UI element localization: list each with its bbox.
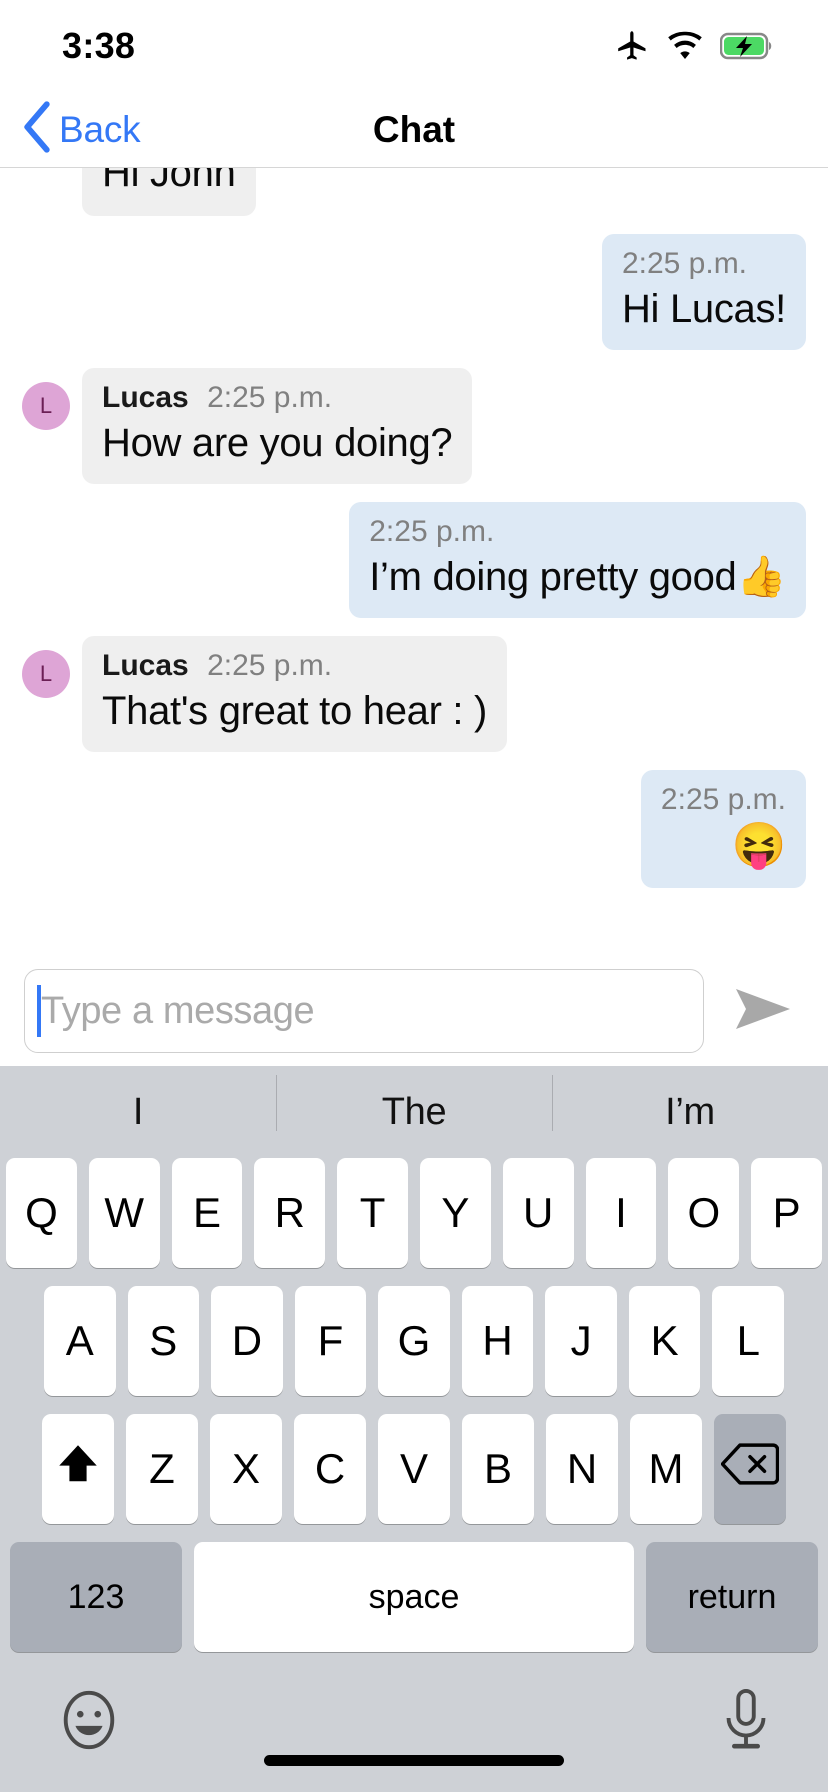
key-p[interactable]: P	[751, 1158, 822, 1268]
message-meta: 2:25 p.m.	[661, 782, 786, 818]
back-button-label: Back	[59, 108, 141, 150]
prediction-option[interactable]: I’m	[552, 1074, 828, 1134]
back-button[interactable]: Back	[0, 101, 141, 158]
keyboard-row-4: 123 space return	[0, 1542, 828, 1652]
backspace-delete-icon	[720, 1442, 780, 1496]
key-n[interactable]: N	[546, 1414, 618, 1524]
message-time: 2:25 p.m.	[207, 381, 333, 414]
message-time: 2:25 p.m.	[369, 515, 495, 548]
key-t[interactable]: T	[337, 1158, 408, 1268]
message-bubble[interactable]: 2:25 p.m. I’m doing pretty good👍	[349, 502, 806, 618]
message-row[interactable]: L Lucas 2:25 p.m. That's great to hear :…	[22, 636, 806, 752]
send-button[interactable]	[722, 985, 804, 1038]
message-list[interactable]: Hi John 2:25 p.m. Hi Lucas! L Lucas 2:25…	[0, 168, 828, 956]
shift-up-arrow-icon	[53, 1439, 103, 1499]
avatar[interactable]: L	[22, 650, 70, 698]
message-time: 2:25 p.m.	[621, 247, 748, 280]
avatar[interactable]: L	[22, 382, 70, 430]
message-row[interactable]: Hi John	[22, 168, 806, 216]
emoji-key[interactable]	[56, 1687, 122, 1758]
airplane-mode-icon	[614, 28, 650, 64]
message-text: That's great to hear : )	[102, 689, 488, 733]
message-row[interactable]: L Lucas 2:25 p.m. How are you doing?	[22, 368, 806, 484]
send-arrow-icon	[732, 988, 794, 1037]
key-e[interactable]: E	[171, 1158, 243, 1268]
backspace-key[interactable]	[714, 1414, 786, 1524]
message-bubble[interactable]: Hi John	[82, 168, 256, 216]
status-bar-time: 3:38	[62, 25, 136, 66]
message-sender: Lucas	[102, 381, 189, 414]
key-r[interactable]: R	[254, 1158, 326, 1268]
message-bubble[interactable]: Lucas 2:25 p.m. That's great to hear : )	[82, 636, 508, 752]
message-text: Hi Lucas!	[621, 287, 786, 331]
message-bubble[interactable]: 2:25 p.m. 😝	[640, 770, 806, 888]
key-z[interactable]: Z	[126, 1414, 198, 1524]
key-a[interactable]: A	[43, 1286, 116, 1396]
shift-key[interactable]	[42, 1414, 114, 1524]
key-b[interactable]: B	[462, 1414, 534, 1524]
key-h[interactable]: H	[461, 1286, 534, 1396]
message-input-placeholder: Type a message	[41, 989, 315, 1032]
emoji-smiley-icon	[56, 1690, 122, 1757]
status-bar-icons	[614, 28, 776, 64]
message-text: 😝	[731, 821, 787, 870]
phone-screen: 3:38 Back Chat Hi John 2:25 p.m. Hi Luca…	[0, 0, 828, 1792]
message-text: Hi John	[102, 168, 236, 195]
message-text: I’m doing pretty good👍	[369, 555, 786, 599]
predictive-text-bar: I The I’m	[0, 1066, 828, 1158]
keyboard-row-2: A S D F G H J K L	[0, 1286, 828, 1396]
key-l[interactable]: L	[712, 1286, 785, 1396]
microphone-icon	[720, 1688, 772, 1757]
key-j[interactable]: J	[545, 1286, 617, 1396]
numbers-key[interactable]: 123	[10, 1542, 182, 1652]
message-text: How are you doing?	[102, 421, 453, 465]
key-f[interactable]: F	[294, 1286, 367, 1396]
message-row[interactable]: 2:25 p.m. 😝	[22, 770, 806, 888]
keyboard-bottom-bar	[0, 1652, 828, 1792]
message-meta: Lucas 2:25 p.m.	[102, 648, 487, 684]
chevron-left-icon	[20, 101, 54, 158]
message-time: 2:25 p.m.	[207, 649, 333, 682]
key-q[interactable]: Q	[6, 1158, 77, 1268]
battery-charging-icon	[720, 31, 776, 61]
space-key[interactable]: space	[194, 1542, 634, 1652]
key-c[interactable]: C	[294, 1414, 366, 1524]
prediction-option[interactable]: The	[276, 1074, 552, 1134]
return-key[interactable]: return	[646, 1542, 818, 1652]
message-meta: Lucas 2:25 p.m.	[102, 380, 452, 416]
on-screen-keyboard: I The I’m Q W E R T Y U I O P A S D F G …	[0, 1066, 828, 1792]
keyboard-row-1: Q W E R T Y U I O P	[0, 1158, 828, 1268]
key-i[interactable]: I	[585, 1158, 657, 1268]
key-s[interactable]: S	[127, 1286, 200, 1396]
message-input[interactable]: Type a message	[24, 969, 704, 1053]
message-bubble[interactable]: Lucas 2:25 p.m. How are you doing?	[82, 368, 473, 484]
key-o[interactable]: O	[668, 1158, 740, 1268]
message-row[interactable]: 2:25 p.m. I’m doing pretty good👍	[22, 502, 806, 618]
nav-bar: Back Chat	[0, 92, 828, 168]
key-d[interactable]: D	[211, 1286, 283, 1396]
key-v[interactable]: V	[378, 1414, 450, 1524]
wifi-icon	[666, 31, 704, 61]
dictation-key[interactable]	[720, 1687, 772, 1758]
home-indicator	[264, 1755, 564, 1766]
key-y[interactable]: Y	[420, 1158, 491, 1268]
message-sender: Lucas	[102, 649, 189, 682]
message-meta: 2:25 p.m.	[622, 246, 786, 282]
message-meta: 2:25 p.m.	[369, 514, 786, 550]
key-u[interactable]: U	[502, 1158, 574, 1268]
keyboard-row-3: Z X C V B N M	[0, 1414, 828, 1524]
key-m[interactable]: M	[630, 1414, 702, 1524]
message-time: 2:25 p.m.	[660, 783, 786, 816]
message-row[interactable]: 2:25 p.m. Hi Lucas!	[22, 234, 806, 350]
message-bubble[interactable]: 2:25 p.m. Hi Lucas!	[601, 234, 806, 350]
key-w[interactable]: W	[88, 1158, 160, 1268]
key-g[interactable]: G	[378, 1286, 450, 1396]
key-k[interactable]: K	[628, 1286, 701, 1396]
status-bar: 3:38	[0, 0, 828, 92]
prediction-option[interactable]: I	[0, 1091, 276, 1134]
message-composer: Type a message	[0, 956, 828, 1066]
avatar-spacer	[22, 168, 70, 196]
key-x[interactable]: X	[210, 1414, 282, 1524]
